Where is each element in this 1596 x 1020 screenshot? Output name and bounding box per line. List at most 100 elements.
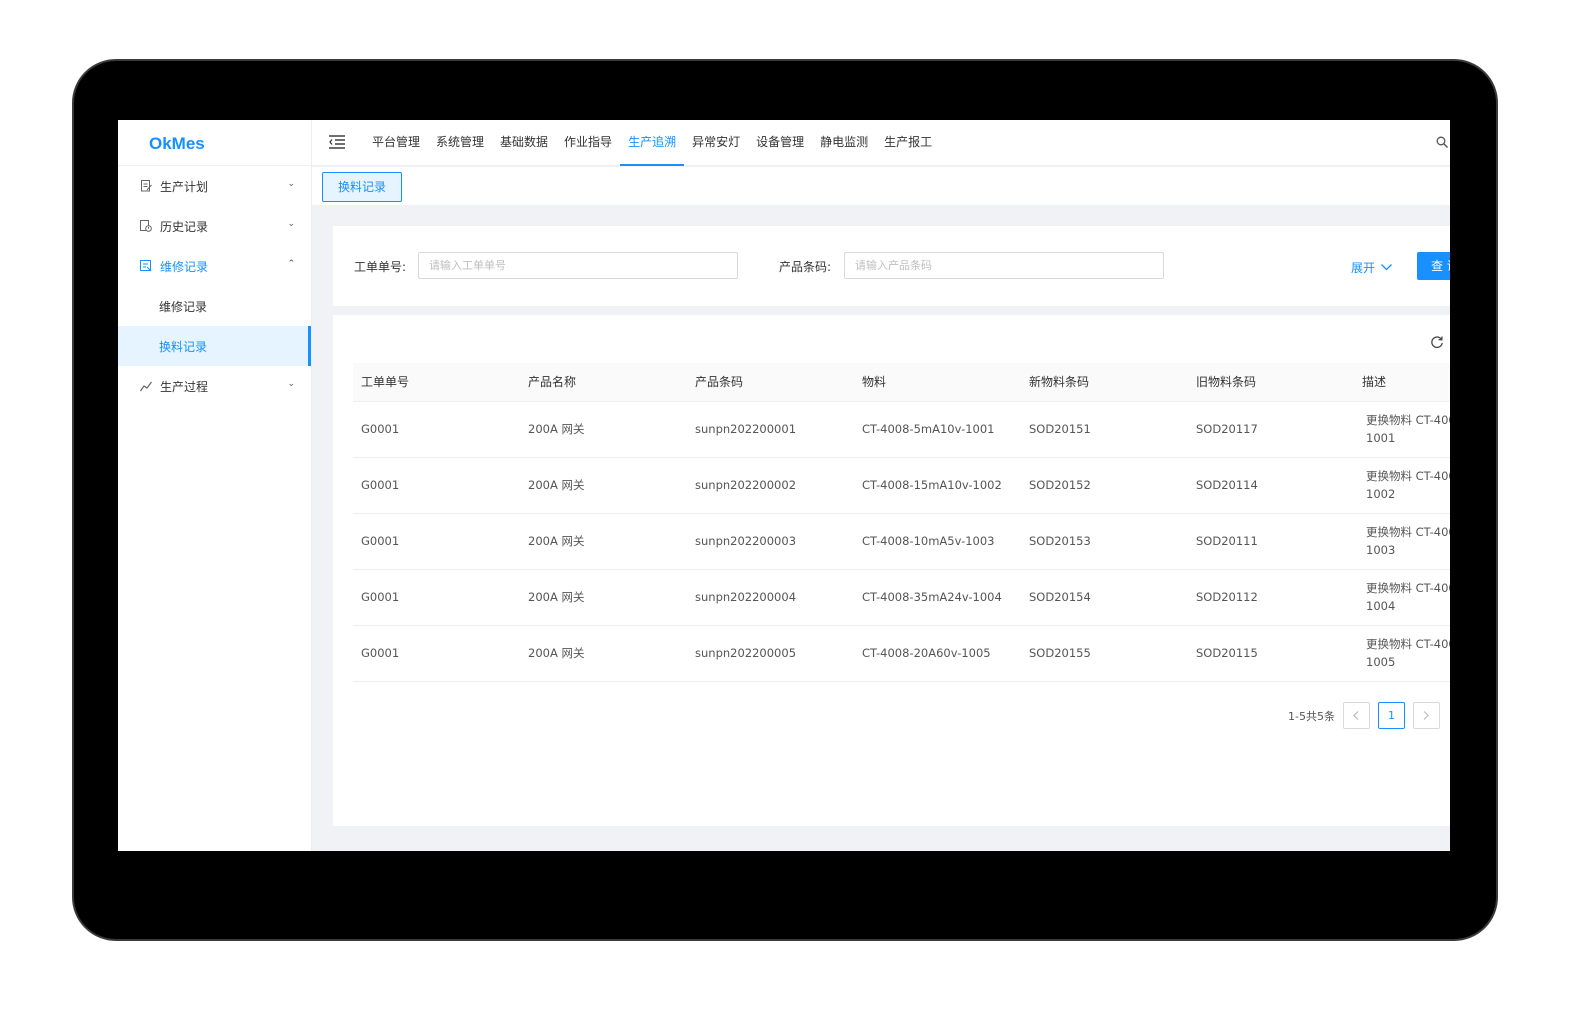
nav-traceability[interactable]: 生产追溯 <box>620 120 685 166</box>
cell-product-barcode: sunpn202200003 <box>687 513 854 570</box>
chevron-right-icon <box>1424 711 1430 720</box>
cell-product-name: 200A 网关 <box>520 401 687 458</box>
column-header[interactable]: 工单单号 <box>353 363 520 402</box>
page-button-current[interactable]: 1 <box>1377 702 1405 729</box>
sidebar: OkMes 生产计划 ⌄ 历史记录 ⌄ 维修记录 ⌃ 维修记录 换料记录 生产过… <box>118 120 312 851</box>
nav-work-guide[interactable]: 作业指导 <box>556 120 620 166</box>
column-header[interactable]: 旧物料条码 <box>1188 363 1354 402</box>
sidebar-subitem-label: 维修记录 <box>159 299 208 314</box>
trend-icon <box>140 380 152 392</box>
sidebar-subitem-material-change[interactable]: 换料记录 <box>118 326 311 366</box>
nav-platform[interactable]: 平台管理 <box>364 120 428 166</box>
cell-old-material-barcode: SOD20112 <box>1188 569 1354 626</box>
refresh-icon[interactable] <box>1430 335 1444 349</box>
cell-product-name: 200A 网关 <box>520 625 687 682</box>
menu-fold-icon[interactable] <box>329 135 345 149</box>
table-row[interactable]: G0001 200A 网关 sunpn202200001 CT-4008-5mA… <box>353 401 1450 458</box>
cell-new-material-barcode: SOD20154 <box>1021 569 1188 626</box>
description-line: 1002 <box>1366 487 1396 501</box>
column-header[interactable]: 物料 <box>854 363 1021 402</box>
description-line: 更换物料 CT-4008-5mA10v- <box>1366 413 1450 427</box>
prev-page-button[interactable] <box>1342 702 1370 729</box>
cell-new-material-barcode: SOD20153 <box>1021 513 1188 570</box>
sidebar-item-label: 历史记录 <box>160 219 209 234</box>
material-change-table: 工单单号 产品名称 产品条码 物料 新物料条码 旧物料条码 描述 G0001 2… <box>353 363 1450 682</box>
description-line: 更换物料 CT-4008-20A60v- <box>1366 637 1450 651</box>
sidebar-item-label: 维修记录 <box>160 259 209 274</box>
cell-product-name: 200A 网关 <box>520 569 687 626</box>
sidebar-subitem-label: 换料记录 <box>159 339 208 354</box>
history-icon <box>140 220 152 232</box>
cell-old-material-barcode: SOD20111 <box>1188 513 1354 570</box>
cell-material: CT-4008-35mA24v-1004 <box>854 569 1021 626</box>
nav-esd-monitor[interactable]: 静电监测 <box>812 120 876 166</box>
top-header: 平台管理 系统管理 基础数据 作业指导 生产追溯 异常安灯 设备管理 静电监测 … <box>312 120 1450 166</box>
app-screen: OkMes 生产计划 ⌄ 历史记录 ⌄ 维修记录 ⌃ 维修记录 换料记录 生产过… <box>118 120 1450 851</box>
document-edit-icon <box>140 180 152 192</box>
cell-description: 更换物料 CT-4008-5mA10v- 1001 <box>1354 401 1450 458</box>
pagination-total: 1-5共5条 <box>1288 709 1335 723</box>
nav-work-report[interactable]: 生产报工 <box>876 120 940 166</box>
sidebar-item-repair-records[interactable]: 维修记录 ⌃ <box>118 246 311 286</box>
table-row[interactable]: G0001 200A 网关 sunpn202200005 CT-4008-20A… <box>353 625 1450 682</box>
description-line: 1001 <box>1366 431 1396 445</box>
product-barcode-label: 产品条码: <box>779 260 832 274</box>
cell-product-name: 200A 网关 <box>520 457 687 514</box>
tab-bar: 换料记录 <box>312 167 1450 205</box>
cell-product-name: 200A 网关 <box>520 513 687 570</box>
work-order-input[interactable] <box>418 252 738 279</box>
cell-description: 更换物料 CT-4008-35mA24v- 1004 <box>1354 569 1450 626</box>
top-nav: 平台管理 系统管理 基础数据 作业指导 生产追溯 异常安灯 设备管理 静电监测 … <box>364 120 940 166</box>
nav-equipment[interactable]: 设备管理 <box>748 120 812 166</box>
search-panel: 工单单号: 产品条码: 展开 查 询 <box>333 226 1450 306</box>
sidebar-item-history[interactable]: 历史记录 ⌄ <box>118 206 311 246</box>
work-order-label: 工单单号: <box>354 260 407 274</box>
sidebar-item-production-plan[interactable]: 生产计划 ⌄ <box>118 166 311 206</box>
sidebar-item-label: 生产过程 <box>160 379 209 394</box>
cell-work-order: G0001 <box>353 513 520 570</box>
cell-product-barcode: sunpn202200001 <box>687 401 854 458</box>
cell-old-material-barcode: SOD20115 <box>1188 625 1354 682</box>
expand-toggle[interactable]: 展开 <box>1351 259 1392 276</box>
cell-new-material-barcode: SOD20151 <box>1021 401 1188 458</box>
column-header[interactable]: 产品名称 <box>520 363 687 402</box>
cell-work-order: G0001 <box>353 401 520 458</box>
cell-product-barcode: sunpn202200004 <box>687 569 854 626</box>
cell-old-material-barcode: SOD20117 <box>1188 401 1354 458</box>
repair-icon <box>140 260 152 272</box>
tab-material-change[interactable]: 换料记录 <box>322 172 402 202</box>
column-header[interactable]: 新物料条码 <box>1021 363 1188 402</box>
description-line: 更换物料 CT-4008-15mA10v- <box>1366 469 1450 483</box>
nav-system[interactable]: 系统管理 <box>428 120 492 166</box>
cell-product-barcode: sunpn202200002 <box>687 457 854 514</box>
column-header[interactable]: 产品条码 <box>687 363 854 402</box>
next-page-button[interactable] <box>1412 702 1440 729</box>
cell-material: CT-4008-20A60v-1005 <box>854 625 1021 682</box>
cell-description: 更换物料 CT-4008-20A60v- 1005 <box>1354 625 1450 682</box>
expand-label: 展开 <box>1351 261 1376 275</box>
nav-andon[interactable]: 异常安灯 <box>684 120 748 166</box>
table-row[interactable]: G0001 200A 网关 sunpn202200003 CT-4008-10m… <box>353 513 1450 570</box>
cell-description: 更换物料 CT-4008-15mA10v- 1002 <box>1354 457 1450 514</box>
description-line: 更换物料 CT-4008-35mA24v- <box>1366 581 1450 595</box>
nav-basic-data[interactable]: 基础数据 <box>492 120 556 166</box>
search-icon[interactable] <box>1436 136 1448 148</box>
cell-new-material-barcode: SOD20152 <box>1021 457 1188 514</box>
cell-material: CT-4008-10mA5v-1003 <box>854 513 1021 570</box>
cell-product-barcode: sunpn202200005 <box>687 625 854 682</box>
description-line: 1003 <box>1366 543 1396 557</box>
data-table-wrap: 工单单号 产品名称 产品条码 物料 新物料条码 旧物料条码 描述 G0001 2… <box>353 363 1450 682</box>
product-barcode-input[interactable] <box>844 252 1164 279</box>
table-row[interactable]: G0001 200A 网关 sunpn202200004 CT-4008-35m… <box>353 569 1450 626</box>
cell-material: CT-4008-5mA10v-1001 <box>854 401 1021 458</box>
sidebar-item-production-process[interactable]: 生产过程 ⌄ <box>118 366 311 406</box>
cell-description: 更换物料 CT-4008-10mA5v- 1003 <box>1354 513 1450 570</box>
table-header-row: 工单单号 产品名称 产品条码 物料 新物料条码 旧物料条码 描述 <box>353 363 1450 402</box>
sidebar-subitem-repair-records[interactable]: 维修记录 <box>118 286 311 326</box>
description-line: 更换物料 CT-4008-10mA5v- <box>1366 525 1450 539</box>
description-line: 1005 <box>1366 655 1396 669</box>
column-header[interactable]: 描述 <box>1354 363 1450 402</box>
table-row[interactable]: G0001 200A 网关 sunpn202200002 CT-4008-15m… <box>353 457 1450 514</box>
query-button[interactable]: 查 询 <box>1417 252 1450 280</box>
chevron-down-icon: ⌄ <box>287 179 295 189</box>
